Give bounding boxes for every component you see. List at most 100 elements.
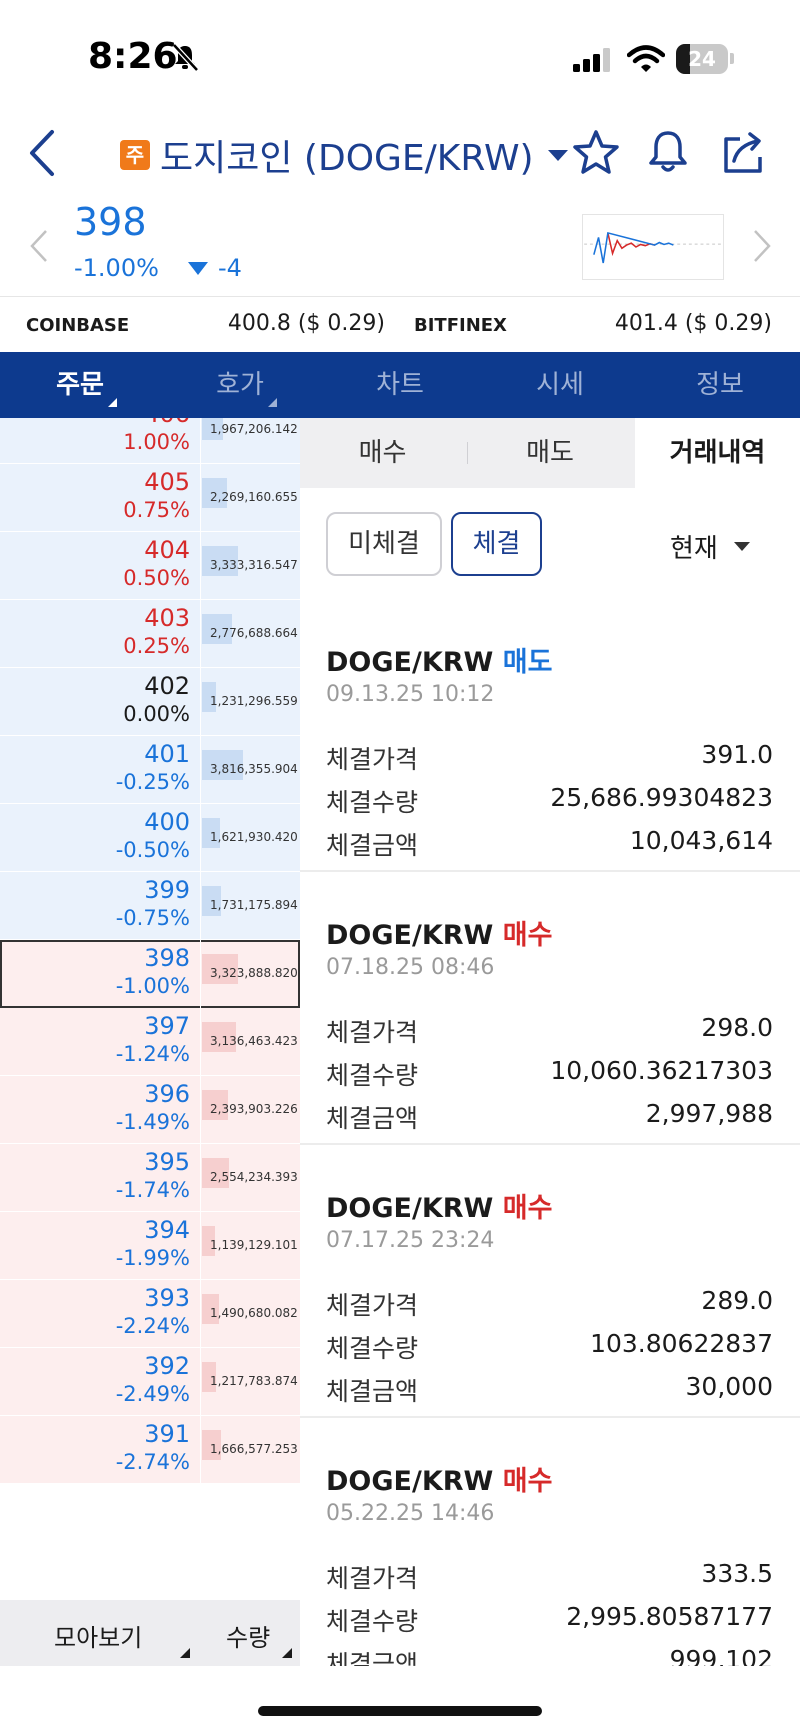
orderbook-row[interactable]: 402 0.00% 1,231,296.559 [0,668,300,736]
orderbook-row[interactable]: 394 -1.99% 1,139,129.101 [0,1212,300,1280]
orderbook-price-cell[interactable]: 391 -2.74% [0,1416,201,1484]
coin-title-selector[interactable]: 주 도지코인 (DOGE/KRW) [120,127,568,183]
orderbook-row[interactable]: 400 -0.50% 1,621,930.420 [0,804,300,872]
trade-quantity-label: 체결수량 [326,1607,419,1636]
home-indicator[interactable] [258,1706,542,1716]
orderbook-row[interactable]: 396 -1.49% 2,393,903.226 [0,1076,300,1144]
orderbook-quantity: 1,217,783.874 [210,1374,298,1388]
quantity-toggle-button[interactable]: 수량 [226,1618,270,1653]
orderbook-price: 399 [144,876,190,904]
orderbook-price: 393 [144,1284,190,1312]
orderbook-row[interactable]: 397 -1.24% 3,136,463.423 [0,1008,300,1076]
orderbook-price-cell[interactable]: 404 0.50% [0,532,201,600]
orderbook-footer: 모아보기 수량 [0,1600,300,1666]
trade-amount-label: 체결금액 [326,1650,419,1666]
orderbook-row[interactable]: 404 0.50% 3,333,316.547 [0,532,300,600]
orderbook-quantity: 2,269,160.655 [210,490,298,504]
orderbook-row[interactable]: 392 -2.49% 1,217,783.874 [0,1348,300,1416]
trade-card[interactable]: DOGE/KRW 매도 09.13.25 10:12 체결가격 391.0 체결수량 25… [300,600,800,872]
favorite-star-button[interactable] [571,128,621,178]
orderbook-price-cell[interactable]: 399 -0.75% [0,872,201,940]
orderbook-row[interactable]: 395 -1.74% 2,554,234.393 [0,1144,300,1212]
orderbook-price: 405 [144,468,190,496]
tab-orderbook[interactable]: 호가 [160,352,320,418]
tab-info[interactable]: 정보 [640,352,800,418]
caret-down-icon [547,149,568,161]
orderbook-row[interactable]: 401 -0.25% 3,816,355.904 [0,736,300,804]
trade-quantity-label: 체결수량 [326,788,419,817]
trade-datetime: 09.13.25 10:12 [326,682,495,707]
tab-order[interactable]: 주문 [0,352,160,418]
orderbook-price-cell[interactable]: 395 -1.74% [0,1144,201,1212]
exchange-name: COINBASE [26,315,130,336]
trade-card[interactable]: DOGE/KRW 매수 05.22.25 14:46 체결가격 333.5 체결수량 2,… [300,1419,800,1666]
orderbook-price-cell[interactable]: 393 -2.24% [0,1280,201,1348]
next-coin-button[interactable] [751,228,773,264]
sort-select[interactable]: 현재 [670,528,718,565]
orderbook-change: -2.49% [115,1382,190,1406]
trade-pair: DOGE/KRW 매도 [326,640,552,679]
orderbook-quantity: 1,231,296.559 [210,694,298,708]
orderbook-row[interactable]: 406 1.00% 1,967,206.142 [0,418,300,464]
orderbook-price: 398 [144,944,190,972]
orderbook-change: -1.74% [115,1178,190,1202]
orderbook-price: 395 [144,1148,190,1176]
trade-quantity-value: 103.80622837 [590,1329,773,1358]
orderbook-change: -1.00% [115,974,190,998]
group-view-button[interactable]: 모아보기 [54,1618,142,1653]
previous-coin-button[interactable] [28,228,50,264]
orderbook-price-cell[interactable]: 403 0.25% [0,600,201,668]
tab-market[interactable]: 시세 [480,352,640,418]
trade-price-label: 체결가격 [326,1564,419,1593]
trade-side: 매수 [502,1466,553,1497]
orderbook-price-cell[interactable]: 406 1.00% [0,418,201,464]
unfilled-filter-button[interactable]: 미체결 [326,512,442,576]
orderbook-price-cell[interactable]: 397 -1.24% [0,1008,201,1076]
trade-card[interactable]: DOGE/KRW 매수 07.18.25 08:46 체결가격 298.0 체결수량 10… [300,873,800,1145]
orderbook-change: 0.75% [123,498,190,522]
notification-bell-button[interactable] [643,127,693,177]
dropdown-corner-icon [180,1648,190,1658]
share-button[interactable] [718,127,768,177]
subtab-buy[interactable]: 매수 [300,418,465,488]
orderbook-row[interactable]: 393 -2.24% 1,490,680.082 [0,1280,300,1348]
tab-corner-mark [268,398,277,407]
trade-amount-label: 체결금액 [326,831,419,860]
filled-filter-button[interactable]: 체결 [451,512,542,576]
orderbook-change: -2.24% [115,1314,190,1338]
subtab-history[interactable]: 거래내역 [635,418,800,488]
orderbook-price-cell[interactable]: 401 -0.25% [0,736,201,804]
orderbook-row[interactable]: 399 -0.75% 1,731,175.894 [0,872,300,940]
orderbook-quantity: 2,554,234.393 [210,1170,298,1184]
orderbook-price-cell[interactable]: 400 -0.50% [0,804,201,872]
status-time: 8:26 [88,36,178,77]
orderbook-quantity: 3,816,355.904 [210,762,298,776]
orderbook-price-cell[interactable]: 392 -2.49% [0,1348,201,1416]
orderbook-price-cell[interactable]: 398 -1.00% [0,940,201,1008]
trade-datetime: 07.18.25 08:46 [326,955,495,980]
orderbook-quantity: 2,776,688.664 [210,626,298,640]
orderbook-price-cell[interactable]: 405 0.75% [0,464,201,532]
orderbook-row[interactable]: 403 0.25% 2,776,688.664 [0,600,300,668]
exchange-price: 400.8 ($ 0.29) [227,311,385,336]
tab-chart[interactable]: 차트 [320,352,480,418]
orderbook-price: 396 [144,1080,190,1108]
down-triangle-icon [188,262,208,275]
coin-title: 도지코인 (DOGE/KRW) [160,138,534,179]
trade-pair: DOGE/KRW 매수 [326,1186,552,1225]
orderbook-price-cell[interactable]: 396 -1.49% [0,1076,201,1144]
subtab-sell[interactable]: 매도 [465,418,635,488]
orderbook-change: 0.25% [123,634,190,658]
orderbook-row[interactable]: 405 0.75% 2,269,160.655 [0,464,300,532]
back-button[interactable] [22,126,66,180]
trade-card[interactable]: DOGE/KRW 매수 07.17.25 23:24 체결가격 289.0 체결수량 10… [300,1146,800,1418]
orderbook-row[interactable]: 398 -1.00% 3,323,888.820 [0,940,300,1008]
orderbook-row[interactable]: 391 -2.74% 1,666,577.253 [0,1416,300,1484]
orderbook-price-cell[interactable]: 394 -1.99% [0,1212,201,1280]
orderbook-price-cell[interactable]: 402 0.00% [0,668,201,736]
change-amount: -4 [218,254,242,282]
exchange-name: BITFINEX [414,315,507,336]
mini-price-chart[interactable] [582,214,724,280]
trade-amount-label: 체결금액 [326,1104,419,1133]
trade-pair: DOGE/KRW 매수 [326,913,552,952]
